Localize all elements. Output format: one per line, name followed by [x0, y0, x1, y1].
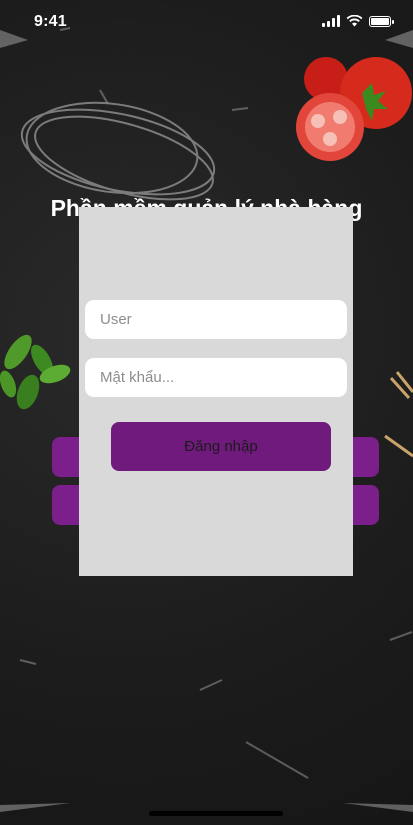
cellular-signal-icon: [322, 15, 340, 27]
password-input[interactable]: [85, 358, 347, 397]
login-button-label: Đăng nhập: [184, 438, 258, 455]
login-screen: 9:41 Phần mềm quản lý nhà hàng Đăng nhập: [0, 0, 413, 825]
wifi-icon: [346, 15, 363, 27]
battery-icon: [369, 15, 394, 27]
status-icons: [322, 15, 394, 27]
basil-leaves-image: [0, 334, 71, 410]
user-input[interactable]: [85, 300, 347, 339]
status-bar: 9:41: [0, 0, 413, 44]
home-indicator: [149, 811, 283, 816]
status-time: 9:41: [34, 13, 67, 30]
fork-image: [384, 371, 413, 458]
login-button[interactable]: Đăng nhập: [111, 422, 331, 471]
tomato-image: [296, 57, 412, 161]
